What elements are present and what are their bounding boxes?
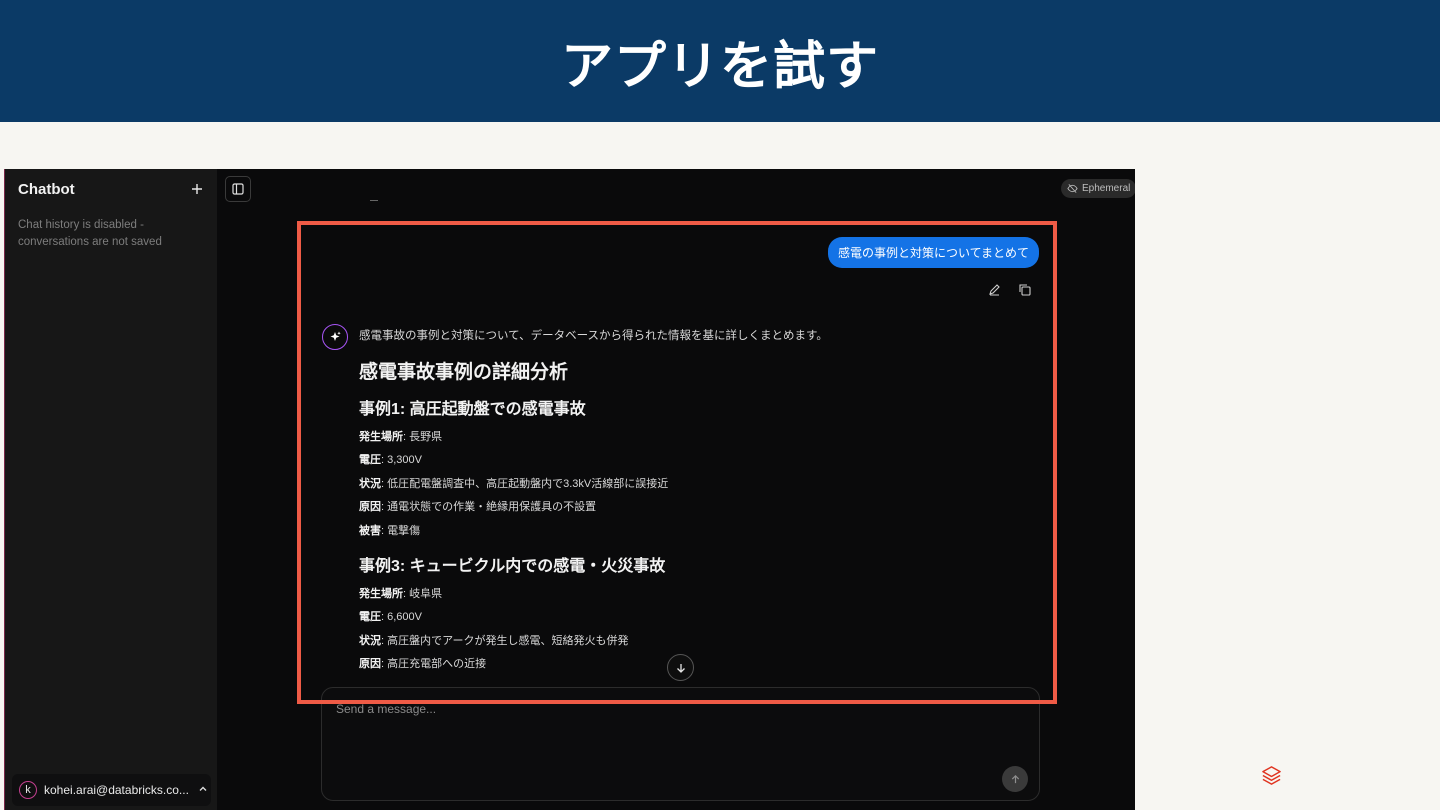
scroll-to-bottom-button[interactable] [667, 654, 694, 681]
list-item: 被害: 電撃傷 [359, 524, 421, 537]
chevron-up-icon [198, 784, 208, 797]
eye-off-icon [1067, 184, 1078, 193]
list-item: 発生場所: 長野県 [359, 431, 443, 443]
sparkles-icon [330, 331, 341, 341]
message-actions [988, 283, 1031, 296]
pencil-icon [989, 284, 1000, 296]
sidebar: Chatbot Chat history is disabled - conve… [4, 169, 217, 810]
avatar: k [19, 781, 37, 799]
assistant-intro: 感電事故の事例と対策について、データベースから得られた情報を基に詳しくまとめます… [359, 330, 828, 342]
copy-icon [1019, 284, 1031, 296]
assistant-message: 感電事故の事例と対策について、データベースから得られた情報を基に詳しくまとめます… [359, 327, 1019, 682]
list-item: 原因: 通電状態での作業・絶縁用保護具の不設置 [359, 501, 597, 514]
message-composer [321, 687, 1040, 801]
user-menu-button[interactable]: k kohei.arai@databricks.co... [12, 774, 211, 806]
case-3-title: 事例3: キュービクル内での感電・火災事故 [359, 557, 666, 575]
assistant-heading: 感電事故事例の詳細分析 [359, 362, 569, 383]
slide-header: アプリを試す [0, 0, 1440, 122]
plus-icon [192, 184, 202, 194]
ephemeral-label: Ephemeral [1082, 183, 1131, 194]
list-item: 発生場所: 岐阜県 [359, 587, 443, 600]
list-item: 電圧: 6,600V [359, 611, 422, 624]
slide-title: アプリを試す [560, 36, 879, 97]
message-input[interactable] [336, 702, 976, 716]
list-item: 状況: 高圧盤内でアークが発生し感電、短絡発火も併発 [359, 634, 629, 647]
sidebar-toggle-button[interactable] [225, 176, 251, 202]
chat-messages: 感電の事例と対策についてまとめて 感電事故の事例と対策について、データベースから… [300, 223, 1050, 698]
ephemeral-badge: Ephemeral [1061, 179, 1135, 198]
app-screenshot: Chatbot Chat history is disabled - conve… [4, 169, 1135, 810]
assistant-avatar [322, 324, 348, 350]
send-button[interactable] [1002, 766, 1028, 792]
edit-message-button[interactable] [988, 283, 1001, 296]
new-chat-button[interactable] [191, 179, 203, 199]
history-disabled-note: Chat history is disabled - conversations… [18, 219, 162, 248]
list-item: 電圧: 3,300V [359, 454, 422, 467]
list-item: 状況: 低圧配電盤調査中、高圧起動盤内で3.3kV活線部に誤接近 [359, 477, 669, 490]
arrow-down-icon [676, 663, 685, 673]
arrow-up-icon [1011, 774, 1019, 783]
copy-message-button[interactable] [1018, 283, 1031, 296]
sidebar-toggle-icon [232, 183, 244, 195]
user-email: kohei.arai@databricks.co... [44, 783, 189, 797]
case-1-details: 発生場所: 長野県 電圧: 3,300V 状況: 低圧配電盤調査中、高圧起動盤内… [359, 431, 1019, 548]
user-message: 感電の事例と対策についてまとめて [827, 237, 1039, 268]
case-1-title: 事例1: 高圧起動盤での感電事故 [359, 401, 586, 418]
databricks-logo-icon [1261, 765, 1282, 791]
divider [370, 200, 378, 201]
sidebar-title: Chatbot [18, 181, 75, 198]
